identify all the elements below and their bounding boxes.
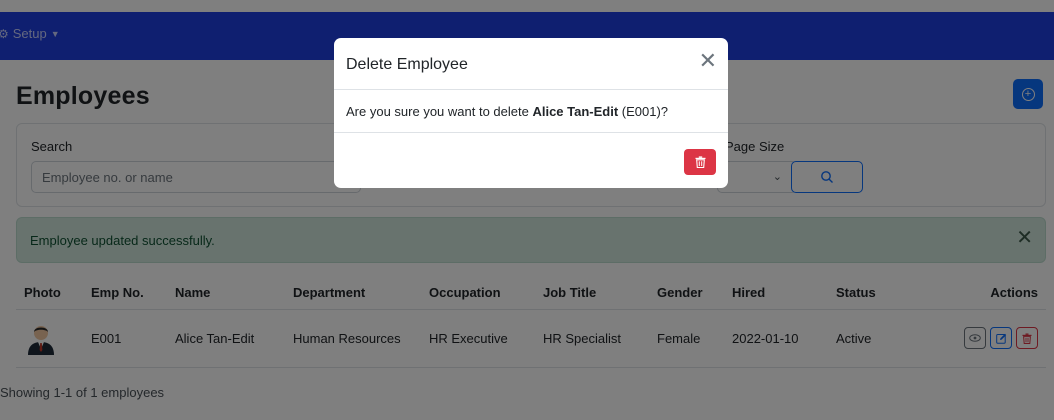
- confirm-delete-button[interactable]: [684, 149, 716, 175]
- modal-body-suffix: (E001)?: [618, 104, 669, 119]
- modal-body-name: Alice Tan-Edit: [532, 104, 619, 119]
- modal-body-prefix: Are you sure you want to delete: [346, 104, 533, 119]
- modal-header: Delete Employee ✕: [334, 38, 728, 90]
- modal-body: Are you sure you want to delete Alice Ta…: [346, 104, 668, 119]
- modal-footer: [334, 132, 728, 188]
- delete-employee-modal: Delete Employee ✕ Are you sure you want …: [334, 38, 728, 188]
- trash-icon: [695, 156, 705, 168]
- modal-title: Delete Employee: [346, 56, 468, 73]
- close-icon[interactable]: ✕: [699, 50, 717, 72]
